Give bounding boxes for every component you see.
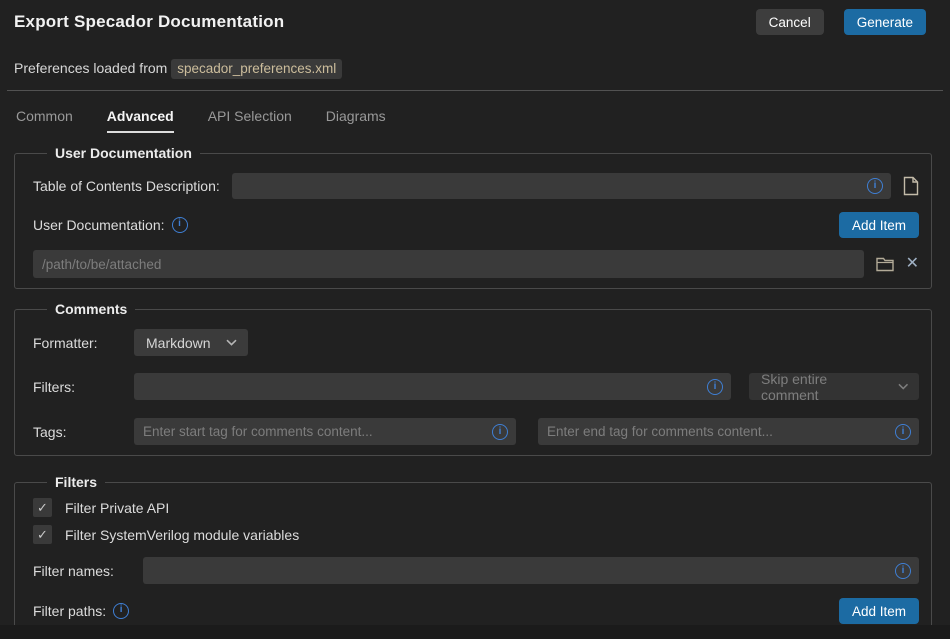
preferences-file-chip: specador_preferences.xml bbox=[171, 59, 342, 79]
filter-private-api-checkbox[interactable]: ✓ bbox=[33, 498, 52, 517]
filter-sv-module-vars-row: ✓ Filter SystemVerilog module variables bbox=[33, 525, 919, 544]
filter-names-input[interactable] bbox=[143, 557, 919, 584]
filter-private-api-label: Filter Private API bbox=[65, 500, 169, 516]
filter-paths-row: Filter paths: i Add Item bbox=[33, 598, 919, 624]
toc-description-label: Table of Contents Description: bbox=[33, 178, 220, 194]
comment-filters-input[interactable] bbox=[134, 373, 731, 400]
formatter-row: Formatter: Markdown bbox=[33, 329, 919, 356]
info-icon[interactable]: i bbox=[895, 424, 911, 440]
comment-filters-row: Filters: i Skip entire comment bbox=[33, 373, 919, 400]
export-specador-dialog: Export Specador Documentation Cancel Gen… bbox=[0, 0, 950, 639]
skip-comment-select[interactable]: Skip entire comment bbox=[749, 373, 919, 400]
filter-private-api-row: ✓ Filter Private API bbox=[33, 498, 919, 517]
info-icon[interactable]: i bbox=[867, 178, 883, 194]
chevron-down-icon bbox=[898, 383, 908, 390]
header-buttons: Cancel Generate bbox=[756, 9, 926, 35]
filter-sv-module-vars-label: Filter SystemVerilog module variables bbox=[65, 527, 299, 543]
group-comments-legend: Comments bbox=[47, 301, 135, 317]
end-tag-input-wrap: i bbox=[538, 418, 919, 445]
comment-filters-label: Filters: bbox=[33, 379, 134, 395]
group-comments: Comments Formatter: Markdown Filters: i … bbox=[14, 301, 932, 456]
toc-description-row: Table of Contents Description: i bbox=[33, 173, 919, 199]
preferences-text: Preferences loaded from bbox=[14, 60, 167, 76]
filter-names-input-wrap: i bbox=[143, 557, 919, 584]
comment-filters-input-wrap: i bbox=[134, 373, 731, 400]
preferences-line: Preferences loaded from specador_prefere… bbox=[14, 60, 950, 76]
chevron-down-icon bbox=[226, 339, 237, 346]
tags-label: Tags: bbox=[33, 424, 134, 440]
filter-names-row: Filter names: i bbox=[33, 557, 919, 584]
filter-paths-label: Filter paths: bbox=[33, 603, 106, 619]
info-icon[interactable]: i bbox=[172, 217, 188, 233]
remove-item-icon[interactable]: ✕ bbox=[906, 256, 919, 272]
start-tag-input[interactable] bbox=[134, 418, 516, 445]
tab-advanced[interactable]: Advanced bbox=[107, 108, 174, 133]
attached-path-input-wrap bbox=[33, 250, 864, 278]
add-user-doc-button[interactable]: Add Item bbox=[839, 212, 919, 238]
end-tag-input[interactable] bbox=[538, 418, 919, 445]
attached-path-input[interactable] bbox=[33, 250, 864, 278]
tab-common[interactable]: Common bbox=[16, 108, 73, 133]
skip-comment-select-value: Skip entire comment bbox=[761, 371, 883, 403]
formatter-label: Formatter: bbox=[33, 335, 134, 351]
tab-diagrams[interactable]: Diagrams bbox=[326, 108, 386, 133]
user-documentation-label: User Documentation: bbox=[33, 217, 165, 233]
footer-strip bbox=[0, 625, 950, 639]
info-icon[interactable]: i bbox=[492, 424, 508, 440]
user-documentation-row: User Documentation: i Add Item bbox=[33, 212, 919, 238]
group-user-documentation: User Documentation Table of Contents Des… bbox=[14, 145, 932, 289]
filter-sv-module-vars-checkbox[interactable]: ✓ bbox=[33, 525, 52, 544]
formatter-select[interactable]: Markdown bbox=[134, 329, 248, 356]
tab-api-selection[interactable]: API Selection bbox=[208, 108, 292, 133]
generate-button[interactable]: Generate bbox=[844, 9, 926, 35]
group-filters: Filters ✓ Filter Private API ✓ Filter Sy… bbox=[14, 474, 932, 635]
tab-bar: Common Advanced API Selection Diagrams bbox=[16, 108, 950, 133]
separator bbox=[7, 90, 943, 91]
group-filters-legend: Filters bbox=[47, 474, 105, 490]
page-title: Export Specador Documentation bbox=[14, 12, 284, 32]
filter-names-label: Filter names: bbox=[33, 563, 143, 579]
attached-path-row: ✕ bbox=[33, 250, 919, 278]
header: Export Specador Documentation Cancel Gen… bbox=[0, 0, 950, 35]
tags-row: Tags: i i bbox=[33, 418, 919, 445]
info-icon[interactable]: i bbox=[113, 603, 129, 619]
add-filter-path-button[interactable]: Add Item bbox=[839, 598, 919, 624]
start-tag-input-wrap: i bbox=[134, 418, 516, 445]
folder-icon[interactable] bbox=[876, 257, 894, 272]
cancel-button[interactable]: Cancel bbox=[756, 9, 824, 35]
info-icon[interactable]: i bbox=[707, 379, 723, 395]
toc-description-input[interactable] bbox=[232, 173, 891, 199]
toc-description-input-wrap: i bbox=[232, 173, 891, 199]
formatter-select-value: Markdown bbox=[146, 335, 211, 351]
info-icon[interactable]: i bbox=[895, 563, 911, 579]
new-file-icon[interactable] bbox=[903, 176, 919, 196]
group-user-documentation-legend: User Documentation bbox=[47, 145, 200, 161]
